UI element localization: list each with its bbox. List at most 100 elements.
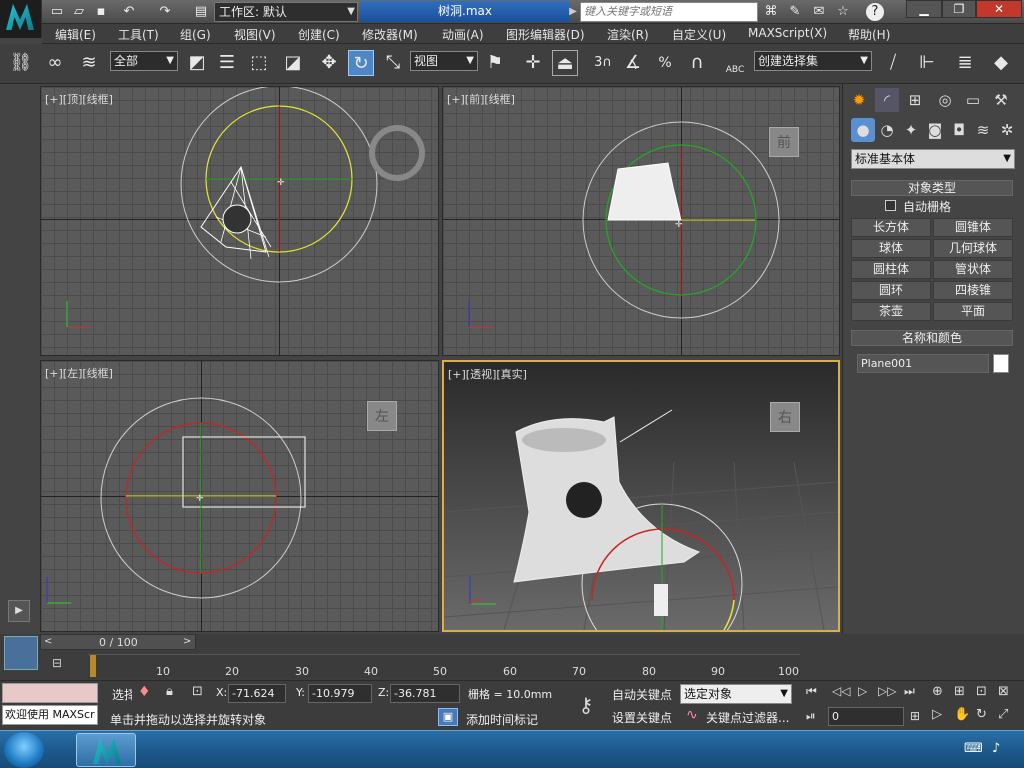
link-icon[interactable]: ⛓ (8, 50, 34, 76)
ref-coord-dropdown[interactable]: 视图 ▼ (410, 51, 478, 71)
viewcube-perspective[interactable]: 右 (770, 402, 800, 432)
sphere-button[interactable]: 球体 (851, 239, 931, 258)
plane-button[interactable]: 平面 (933, 302, 1013, 321)
hierarchy-tab-icon[interactable]: ⊞ (903, 88, 927, 112)
lights-icon[interactable]: ✦ (899, 118, 923, 142)
minimize-button[interactable]: ▁ (906, 0, 942, 18)
viewcube-front[interactable]: 前 (769, 127, 799, 157)
mirror-icon[interactable]: ⧸ (880, 50, 906, 76)
unlink-icon[interactable]: ∞ (42, 50, 68, 76)
motion-tab-icon[interactable]: ◎ (933, 88, 957, 112)
volume-icon[interactable]: ♪ (992, 741, 1000, 756)
maxscript-listener-top[interactable] (2, 683, 98, 703)
next-frame-icon[interactable]: ▷▷ (878, 684, 896, 698)
search-input[interactable]: 键入关键字或短语 (580, 2, 758, 22)
absolute-mode-icon[interactable]: ⊡ (192, 684, 203, 699)
y-coord-field[interactable]: -10.979 (308, 684, 372, 703)
zoom-icon[interactable]: ⊕ (932, 684, 943, 699)
lock-selection-icon[interactable]: 🔒︎ (166, 684, 173, 699)
current-frame-marker[interactable] (90, 655, 96, 677)
menu-graph-editors[interactable]: 图形编辑器(D) (506, 26, 585, 43)
shapes-icon[interactable]: ◔ (875, 118, 899, 142)
viewport-top[interactable]: [+][顶][线框] ✛ 上 (40, 86, 439, 356)
restore-button[interactable]: ❐ (942, 0, 976, 18)
cameras-icon[interactable]: ◙ (923, 118, 947, 142)
modify-tab-icon[interactable]: ◜ (875, 88, 899, 112)
zoom-extents-all-icon[interactable]: ⊠ (998, 684, 1009, 699)
goto-end-icon[interactable]: ⏭ (904, 684, 915, 699)
time-tag-icon[interactable]: ▣ (438, 708, 458, 726)
viewcube-top[interactable]: 上 (369, 125, 425, 181)
geosphere-button[interactable]: 几何球体 (933, 239, 1013, 258)
undo-icon[interactable]: ↶ (120, 3, 138, 21)
key-mode-toggle-icon[interactable]: ⏯ (806, 709, 816, 724)
taskbar-3dsmax[interactable] (76, 733, 136, 767)
trackbar[interactable]: 10 20 30 40 50 60 70 80 90 100 (88, 654, 800, 678)
pivot-center-icon[interactable]: ⚑ (482, 50, 508, 76)
window-crossing-icon[interactable]: ◪ (280, 50, 306, 76)
workspace-dropdown[interactable]: 工作区: 默认 ▼ (214, 2, 358, 22)
viewport-left[interactable]: [+][左][线框] ✛ 左 (40, 360, 439, 632)
percent-snap-icon[interactable]: % (652, 50, 678, 76)
keyboard-icon[interactable]: ⌨ (964, 741, 983, 756)
menu-customize[interactable]: 自定义(U) (672, 26, 726, 43)
menu-tools[interactable]: 工具(T) (118, 26, 159, 43)
object-color-swatch[interactable] (993, 354, 1009, 373)
tube-button[interactable]: 管状体 (933, 260, 1013, 279)
viewport-label[interactable]: [+][前][线框] (447, 91, 515, 107)
pan-icon[interactable]: ✋ (954, 707, 970, 722)
geometry-icon[interactable]: ● (851, 118, 875, 142)
named-selection-dropdown[interactable]: 创建选择集 ▼ (754, 51, 872, 71)
edit-named-sel-icon[interactable]: ABC (722, 50, 748, 76)
project-folder-icon[interactable]: ▤ (192, 3, 210, 21)
menu-rendering[interactable]: 渲染(R) (607, 26, 649, 43)
torus-button[interactable]: 圆环 (851, 281, 931, 300)
app-logo[interactable] (0, 0, 42, 38)
orbit-icon[interactable]: ↻ (976, 707, 987, 722)
select-object-icon[interactable]: ◩ (184, 50, 210, 76)
bind-space-warp-icon[interactable]: ≋ (76, 50, 102, 76)
category-dropdown[interactable]: 标准基本体 ▼ (851, 149, 1015, 169)
isolate-selection-icon[interactable]: ♦ (138, 684, 151, 700)
slider-right-icon[interactable]: > (183, 636, 191, 647)
graphite-tools-icon[interactable]: ◆ (988, 50, 1014, 76)
set-key-icon[interactable]: ⚷ (566, 685, 606, 725)
prev-frame-icon[interactable]: ◁◁ (832, 684, 850, 698)
play-icon[interactable]: ▷ (858, 684, 867, 698)
mini-curve-editor-icon[interactable]: ⊟ (52, 656, 72, 674)
select-by-name-icon[interactable]: ☰ (214, 50, 240, 76)
slider-left-icon[interactable]: < (44, 636, 52, 647)
scale-icon[interactable]: ⤡ (380, 50, 406, 76)
snap-toggle-icon[interactable]: 3∩ (590, 50, 616, 76)
rotate-icon[interactable]: ↻ (348, 50, 374, 76)
maxscript-mini-listener[interactable]: 欢迎使用 MAXScr (2, 705, 98, 725)
time-config-icon[interactable]: ⊞ (910, 709, 920, 723)
rect-selection-icon[interactable]: ⬚ (246, 50, 272, 76)
autogrid-checkbox[interactable] (885, 200, 896, 211)
tools-icon[interactable]: ✎ (786, 3, 804, 21)
menu-views[interactable]: 视图(V) (234, 26, 276, 43)
name-color-rollout[interactable]: 名称和颜色 (851, 330, 1013, 346)
space-warps-icon[interactable]: ≋ (971, 118, 995, 142)
move-icon[interactable]: ✥ (316, 50, 342, 76)
close-button[interactable]: ✕ (976, 0, 1022, 18)
star-icon[interactable]: ☆ (834, 3, 852, 21)
menu-animation[interactable]: 动画(A) (442, 26, 484, 43)
systems-icon[interactable]: ✲ (995, 118, 1019, 142)
time-slider[interactable]: < 0 / 100 > (40, 634, 196, 650)
object-name-field[interactable]: Plane001 (857, 354, 989, 373)
utilities-tab-icon[interactable]: ⚒ (989, 88, 1013, 112)
viewport-label[interactable]: [+][顶][线框] (45, 91, 113, 107)
menu-group[interactable]: 组(G) (180, 26, 211, 43)
menu-create[interactable]: 创建(C) (298, 26, 340, 43)
create-tab-icon[interactable]: ✹ (847, 88, 871, 112)
cone-button[interactable]: 圆锥体 (933, 218, 1013, 237)
display-tab-icon[interactable]: ▭ (961, 88, 985, 112)
menu-edit[interactable]: 编辑(E) (55, 26, 96, 43)
add-time-tag-label[interactable]: 添加时间标记 (466, 711, 538, 728)
zoom-extents-icon[interactable]: ⊡ (976, 684, 987, 699)
menu-modifiers[interactable]: 修改器(M) (362, 26, 418, 43)
cylinder-button[interactable]: 圆柱体 (851, 260, 931, 279)
spinner-snap-icon[interactable]: ∩ (684, 50, 710, 76)
viewport-label[interactable]: [+][透视][真实] (448, 366, 527, 382)
